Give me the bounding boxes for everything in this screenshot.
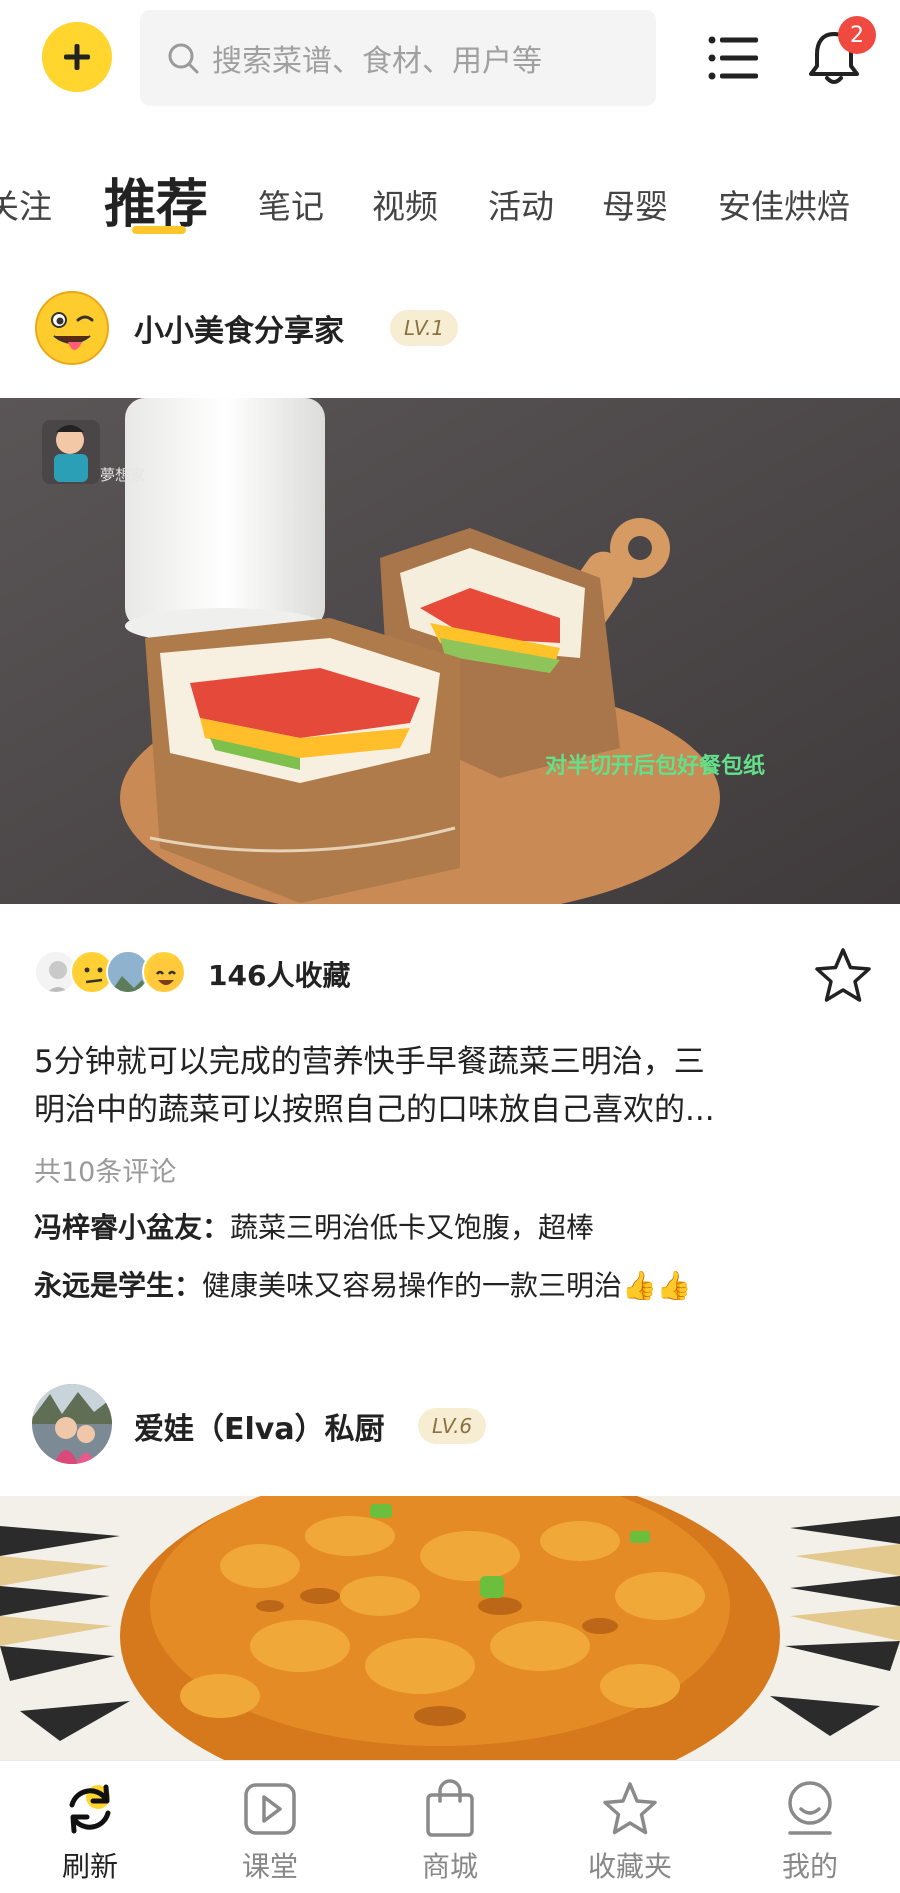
avatar <box>142 950 186 994</box>
category-tabs: 关注 推荐 笔记 视频 活动 母婴 安佳烘焙 <box>0 150 900 246</box>
egg-dish-photo <box>0 1496 900 1760</box>
tab-anchor-baking[interactable]: 安佳烘焙 <box>718 180 850 228</box>
play-icon <box>244 1783 296 1835</box>
level-badge: LV.6 <box>418 1408 487 1444</box>
image-watermark: 夢想家 <box>100 466 145 484</box>
post-image[interactable]: 夢想家 对半切开后包好餐包纸 <box>0 398 900 904</box>
image-caption: 对半切开后包好餐包纸 <box>545 753 765 779</box>
nav-label: 刷新 <box>61 1850 118 1883</box>
nav-classroom[interactable]: 课堂 <box>180 1761 360 1893</box>
level-badge: LV.1 <box>390 310 459 346</box>
search-icon <box>168 43 199 74</box>
favorites-row: 146人收藏 <box>0 948 900 1010</box>
nav-refresh[interactable]: 刷新 <box>0 1761 180 1893</box>
comment-user: 永远是学生： <box>34 1269 203 1302</box>
author-name[interactable]: 小小美食分享家 <box>134 306 344 350</box>
nav-mall[interactable]: 商城 <box>360 1761 540 1893</box>
notification-badge: 2 <box>838 16 876 54</box>
comment-text: 蔬菜三明治低卡又饱腹，超棒 <box>230 1211 595 1244</box>
nav-label: 收藏夹 <box>587 1850 672 1883</box>
nav-favorites[interactable]: 收藏夹 <box>540 1761 720 1893</box>
avatar[interactable] <box>32 1384 112 1464</box>
bottom-navigation: 刷新 课堂 商城 收藏夹 我的 <box>0 1760 900 1893</box>
add-button[interactable] <box>42 22 112 92</box>
nav-label: 我的 <box>781 1850 838 1883</box>
comment-count[interactable]: 共10条评论 <box>34 1150 176 1189</box>
favorite-count: 146人收藏 <box>208 959 351 992</box>
post-author-row[interactable]: 爱娃（Elva）私厨 LV.6 <box>0 1380 900 1470</box>
sandwich-photo: 夢想家 对半切开后包好餐包纸 <box>0 398 900 904</box>
tab-notes[interactable]: 笔记 <box>258 180 324 228</box>
post-description[interactable]: 5分钟就可以完成的营养快手早餐蔬菜三明治，三 明治中的蔬菜可以按照自己的口味放自… <box>34 1038 864 1134</box>
menu-button[interactable] <box>708 34 760 82</box>
comment-user: 冯梓睿小盆友： <box>34 1211 231 1244</box>
plus-icon <box>64 44 90 70</box>
comment-item[interactable]: 永远是学生：健康美味又容易操作的一款三明治👍👍 <box>34 1264 692 1304</box>
profile-icon <box>788 1781 832 1835</box>
cat-emoji-icon <box>148 954 184 992</box>
search-placeholder: 搜索菜谱、食材、用户等 <box>212 44 542 79</box>
author-name[interactable]: 爱娃（Elva）私厨 <box>134 1404 385 1448</box>
nav-profile[interactable]: 我的 <box>720 1761 900 1893</box>
post-image[interactable] <box>0 1496 900 1760</box>
tab-videos[interactable]: 视频 <box>372 180 438 228</box>
nav-label: 商城 <box>421 1850 478 1883</box>
star-icon <box>815 948 871 1002</box>
shopping-bag-icon <box>426 1779 474 1837</box>
search-input[interactable]: 搜索菜谱、食材、用户等 <box>140 10 656 106</box>
active-tab-indicator <box>132 226 186 234</box>
family-photo-avatar <box>32 1384 112 1464</box>
list-menu-icon <box>708 36 758 80</box>
tab-events[interactable]: 活动 <box>488 180 554 228</box>
post-author-row[interactable]: 小小美食分享家 LV.1 <box>0 282 900 372</box>
emoji-avatar-icon <box>35 291 109 365</box>
avatar[interactable] <box>34 290 110 366</box>
top-bar: 搜索菜谱、食材、用户等 2 <box>0 0 900 118</box>
tab-maternity[interactable]: 母婴 <box>602 180 668 228</box>
nav-label: 课堂 <box>241 1850 298 1883</box>
tab-follow[interactable]: 关注 <box>0 180 52 228</box>
comment-text: 健康美味又容易操作的一款三明治👍👍 <box>202 1269 692 1302</box>
star-icon <box>603 1782 657 1835</box>
description-line: 明治中的蔬菜可以按照自己的口味放自己喜欢的... <box>34 1092 715 1128</box>
favorite-button[interactable] <box>812 946 874 1006</box>
description-line: 5分钟就可以完成的营养快手早餐蔬菜三明治，三 <box>34 1044 705 1080</box>
refresh-icon <box>69 1784 111 1834</box>
comment-item[interactable]: 冯梓睿小盆友：蔬菜三明治低卡又饱腹，超棒 <box>34 1206 594 1246</box>
